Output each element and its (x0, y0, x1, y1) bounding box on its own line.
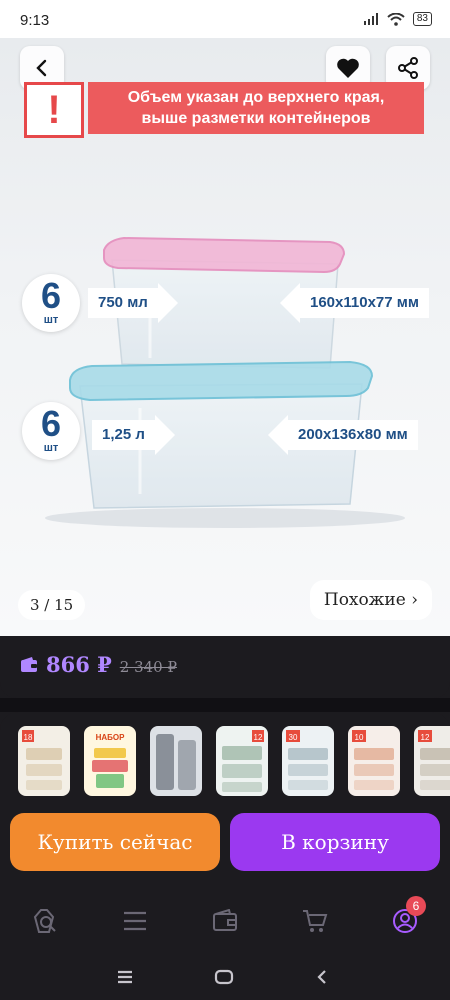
wifi-icon (387, 12, 405, 26)
thumbnail-5[interactable]: 30 (282, 726, 334, 796)
bottom-panel: 18 НАБОР 12 30 10 12 Купить сейчас В кор… (0, 712, 450, 1000)
warning-banner: Объем указан до верхнего края, выше разм… (88, 82, 424, 134)
thumbnail-image (156, 734, 196, 790)
system-navigation-bar (0, 952, 450, 1000)
heart-icon (337, 58, 359, 78)
current-price: 866 ₽ (46, 652, 112, 677)
dimensions-label-large: 200x136x80 мм (268, 415, 418, 455)
thumbnail-image: НАБОР (92, 733, 128, 788)
quantity-badge-large: 6 шт (22, 402, 80, 460)
thumb-badge: 10 (355, 733, 364, 742)
add-to-cart-button[interactable]: В корзину (230, 813, 440, 871)
status-bar: 9:13 83 (0, 0, 450, 38)
thumb-badge: 12 (421, 733, 430, 742)
buy-now-button[interactable]: Купить сейчас (10, 813, 220, 871)
old-price: 2 340 ₽ (119, 658, 178, 676)
chevron-left-icon (36, 59, 47, 77)
thumb-badge: 18 (24, 733, 33, 742)
thumbnail-6[interactable]: 10 (348, 726, 400, 796)
pink-lid (103, 236, 346, 274)
image-counter: 3 / 15 (18, 590, 86, 620)
menu-icon (124, 911, 146, 931)
thumbnail-image: 30 (286, 730, 328, 790)
thumb-badge: 30 (289, 733, 298, 742)
thumbnail-image: 12 (418, 730, 450, 790)
similar-button[interactable]: Похожие › (309, 580, 432, 620)
volume-label-small: 750 мл (88, 283, 178, 323)
nav-profile[interactable]: 6 (390, 896, 426, 936)
wallet-icon (213, 909, 237, 931)
price-card: 866 ₽ 2 340 ₽ (0, 636, 450, 698)
quantity-unit: шт (43, 314, 59, 326)
thumb-badge: 12 (254, 733, 263, 742)
thumbnail-image: 18 (22, 730, 62, 790)
price-row: 866 ₽ 2 340 ₽ (20, 652, 177, 677)
section-divider (0, 698, 450, 712)
nav-catalog[interactable] (120, 906, 150, 936)
thumb-title: НАБОР (96, 733, 126, 742)
recent-apps-button[interactable] (114, 966, 136, 988)
signal-icon (363, 13, 378, 25)
warning-line-1: Объем указан до верхнего края, (127, 89, 385, 106)
volume-label-large: 1,25 л (92, 415, 175, 455)
blue-lid (69, 360, 374, 402)
warning-line-2: выше разметки контейнеров (141, 110, 371, 127)
product-image-gallery[interactable]: ! Объем указан до верхнего края, выше ра… (0, 38, 450, 636)
thumbnail-7[interactable]: 12 (414, 726, 450, 796)
home-icon (214, 969, 234, 985)
system-back-button[interactable] (311, 966, 333, 988)
quantity-badge-small: 6 шт (22, 274, 80, 332)
bottom-navigation: 6 (0, 896, 450, 946)
thumbnail-1[interactable]: 18 (18, 726, 70, 796)
thumbnail-4[interactable]: 12 (216, 726, 268, 796)
nav-wallet[interactable] (210, 906, 240, 936)
thumbnail-strip: 18 НАБОР 12 30 10 12 (18, 726, 450, 796)
notification-badge: 6 (406, 896, 426, 916)
back-triangle-icon (317, 970, 326, 984)
nav-search[interactable] (30, 906, 60, 936)
search-bag-icon (33, 909, 56, 933)
quantity-unit: шт (43, 442, 59, 454)
nav-cart[interactable] (300, 906, 330, 936)
thumbnail-image: 10 (352, 730, 394, 790)
containers-illustration (45, 236, 405, 528)
dimensions-label-small: 160x110x77 мм (280, 283, 429, 323)
home-button[interactable] (213, 966, 235, 988)
share-icon (398, 57, 418, 79)
warning-mark: ! (24, 82, 84, 138)
status-icons: 83 (363, 12, 432, 26)
wallet-icon (21, 656, 37, 672)
thumbnail-2[interactable]: НАБОР (84, 726, 136, 796)
thumbnail-image: 12 (222, 730, 264, 792)
status-time: 9:13 (20, 12, 50, 29)
cart-icon (303, 910, 328, 932)
quantity-number: 6 (40, 275, 62, 316)
thumbnail-3[interactable] (150, 726, 202, 796)
recents-icon (118, 970, 132, 984)
quantity-number: 6 (40, 403, 62, 444)
battery-indicator: 83 (412, 12, 432, 26)
